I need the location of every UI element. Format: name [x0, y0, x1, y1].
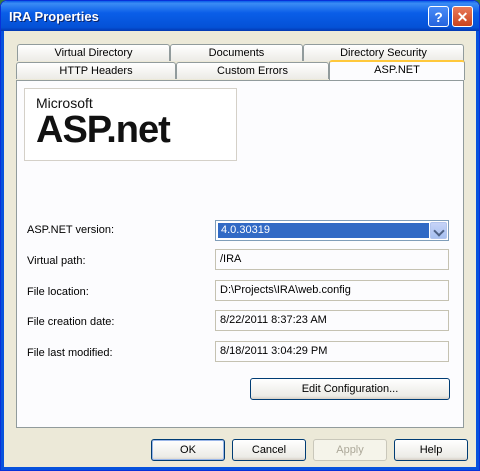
help-icon[interactable]: ? — [428, 6, 449, 27]
logo-text: ASP.net — [36, 109, 171, 151]
help-button[interactable]: Help — [394, 439, 468, 461]
last-modified-field: 8/18/2011 3:04:29 PM — [215, 341, 449, 362]
version-label: ASP.NET version: — [27, 224, 115, 236]
tab-http-headers[interactable]: HTTP Headers — [16, 62, 176, 79]
window-border-bottom — [1, 467, 479, 470]
window-border-left — [1, 31, 4, 470]
apply-button[interactable]: Apply — [313, 439, 387, 461]
creation-date-label: File creation date: — [27, 316, 115, 328]
chevron-down-icon — [433, 225, 445, 237]
virtual-path-field: /IRA — [215, 249, 449, 270]
aspnet-logo: Microsoft ASP.net — [24, 88, 237, 161]
edit-configuration-button[interactable]: Edit Configuration... — [250, 378, 450, 400]
window-border-right — [476, 31, 479, 470]
file-location-label: File location: — [27, 286, 89, 298]
version-dropdown[interactable]: 4.0.30319 — [215, 220, 449, 241]
ok-button[interactable]: OK — [151, 439, 225, 461]
file-location-field: D:\Projects\IRA\web.config — [215, 280, 449, 301]
dropdown-button[interactable] — [430, 222, 447, 239]
virtual-path-label: Virtual path: — [27, 255, 86, 267]
tab-aspnet[interactable]: ASP.NET — [329, 60, 465, 80]
close-icon[interactable]: ✕ — [452, 6, 473, 27]
tab-custom-errors[interactable]: Custom Errors — [176, 62, 329, 79]
creation-date-field: 8/22/2011 8:37:23 AM — [215, 310, 449, 331]
properties-dialog: IRA Properties ? ✕ Virtual Directory Doc… — [0, 0, 480, 471]
cancel-button[interactable]: Cancel — [232, 439, 306, 461]
window-title: IRA Properties — [9, 9, 99, 24]
last-modified-label: File last modified: — [27, 347, 113, 359]
tab-virtual-directory[interactable]: Virtual Directory — [17, 44, 170, 61]
tab-documents[interactable]: Documents — [170, 44, 303, 61]
tab-directory-security[interactable]: Directory Security — [303, 44, 464, 61]
version-value: 4.0.30319 — [218, 223, 429, 238]
title-bar[interactable]: IRA Properties ? ✕ — [1, 1, 479, 31]
